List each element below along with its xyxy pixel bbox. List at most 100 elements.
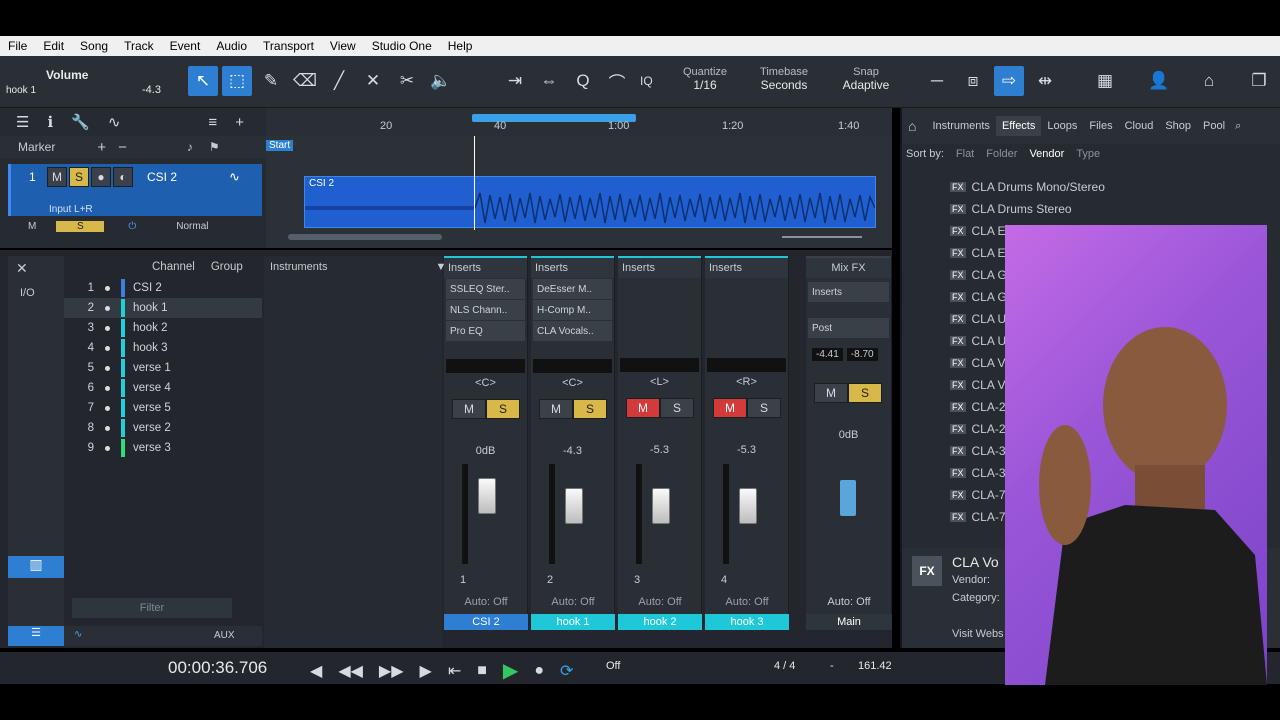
channel-row[interactable]: 9 verse 3 xyxy=(64,438,262,458)
main-auto[interactable]: Auto: Off xyxy=(806,596,892,608)
insert-slot[interactable]: NLS Chann.. xyxy=(446,300,525,320)
sort-flat[interactable]: Flat xyxy=(956,148,974,160)
inserts-header[interactable]: Inserts xyxy=(531,256,614,278)
quantize-select[interactable]: Quantize 1/16 xyxy=(670,66,740,92)
quantize-button[interactable]: Q xyxy=(568,66,598,96)
effect-item[interactable]: FX CLA Drums Stereo xyxy=(950,198,1280,220)
main-post[interactable]: Post xyxy=(808,318,889,338)
arrow-tool-button[interactable]: ↖ xyxy=(188,66,218,96)
visible-dot-icon[interactable] xyxy=(105,305,110,311)
channel-row[interactable]: 7 verse 5 xyxy=(64,398,262,418)
aux-button[interactable]: AUX xyxy=(214,630,235,641)
time-display[interactable]: 00:00:36.706 xyxy=(168,658,267,678)
main-name[interactable]: Main xyxy=(806,614,892,630)
wrench-icon[interactable]: 🔧 xyxy=(71,113,90,131)
main-inserts[interactable]: Inserts xyxy=(808,282,889,302)
autoscroll-button[interactable]: ⧈ xyxy=(958,66,988,96)
track-record-button[interactable]: ● xyxy=(91,167,111,187)
keyboard-icon[interactable]: ▥ xyxy=(8,556,64,578)
pan-slider[interactable] xyxy=(620,358,699,372)
volume-fader[interactable] xyxy=(652,488,670,524)
eraser-tool-button[interactable]: ⌫ xyxy=(290,66,320,96)
tab-cloud[interactable]: Cloud xyxy=(1119,120,1160,132)
time-ruler[interactable]: 20 40 1:00 1:20 1:40 xyxy=(266,108,892,136)
info-icon[interactable]: ℹ xyxy=(47,113,53,131)
footer-solo[interactable]: S xyxy=(56,220,105,232)
mixfx-header[interactable]: Mix FX xyxy=(806,256,891,278)
note-icon[interactable]: ♪ xyxy=(187,140,193,154)
strip-name[interactable]: hook 1 xyxy=(531,614,615,630)
browser-search-icon[interactable]: ⌕ xyxy=(1235,120,1241,133)
footer-mute[interactable]: M xyxy=(28,221,36,232)
line-tool-button[interactable]: ╱ xyxy=(324,66,354,96)
time-signature[interactable]: 4 / 4 xyxy=(774,660,795,672)
tab-instruments[interactable]: Instruments xyxy=(926,120,995,132)
insert-slot[interactable]: DeEsser M.. xyxy=(533,279,612,299)
stretch-button[interactable]: ⇔ xyxy=(534,66,564,96)
remove-marker-icon[interactable]: − xyxy=(118,139,127,156)
zoom-slider[interactable] xyxy=(782,236,862,238)
sort-type[interactable]: Type xyxy=(1076,148,1100,160)
main-fader[interactable] xyxy=(840,480,856,516)
menu-studio-one[interactable]: Studio One xyxy=(364,36,440,56)
menu-edit[interactable]: Edit xyxy=(35,36,72,56)
automation-mode[interactable]: Auto: Off xyxy=(444,596,528,608)
rewind-icon[interactable]: ◀◀ xyxy=(338,661,363,681)
split-tool-button[interactable]: ✂ xyxy=(392,66,422,96)
close-console-icon[interactable]: ✕ xyxy=(8,256,64,281)
mute-tool-button[interactable]: ✕ xyxy=(358,66,388,96)
stop-icon[interactable]: ■ xyxy=(477,662,487,680)
track-mode[interactable]: Normal xyxy=(176,221,208,232)
mute-button[interactable]: M xyxy=(539,399,573,419)
snap-grid-button[interactable]: ─ xyxy=(922,66,952,96)
listen-tool-button[interactable]: 🔈 xyxy=(426,66,456,96)
main-solo-button[interactable]: S xyxy=(848,383,882,403)
tab-pool[interactable]: Pool xyxy=(1197,120,1231,132)
tab-shop[interactable]: Shop xyxy=(1159,120,1197,132)
skip-to-marker-icon[interactable]: ⇤ xyxy=(448,661,461,681)
visible-dot-icon[interactable] xyxy=(105,365,110,371)
channel-row[interactable]: 6 verse 4 xyxy=(64,378,262,398)
track-input[interactable]: Input L+R xyxy=(49,204,93,215)
flag-icon[interactable]: ⚑ xyxy=(209,140,220,154)
h-scroll-thumb[interactable] xyxy=(288,234,442,240)
channel-row[interactable]: 1 CSI 2 xyxy=(64,278,262,298)
follow-button[interactable]: ⇨ xyxy=(994,66,1024,96)
pan-slider[interactable] xyxy=(446,359,525,373)
sort-folder[interactable]: Folder xyxy=(986,148,1017,160)
layout-button[interactable]: ▦ xyxy=(1090,66,1120,96)
zoom-button[interactable]: ⇹ xyxy=(1030,66,1060,96)
user-button[interactable]: 👤 xyxy=(1144,66,1174,96)
automation-mode[interactable]: Auto: Off xyxy=(531,596,615,608)
split-at-button[interactable]: ⇥ xyxy=(500,66,530,96)
channel-row[interactable]: 3 hook 2 xyxy=(64,318,262,338)
key-display[interactable]: - xyxy=(830,660,834,672)
tab-files[interactable]: Files xyxy=(1083,120,1118,132)
automation-mode[interactable]: Auto: Off xyxy=(618,596,702,608)
channel-row[interactable]: 8 verse 2 xyxy=(64,418,262,438)
visible-dot-icon[interactable] xyxy=(105,285,110,291)
channel-row[interactable]: 4 hook 3 xyxy=(64,338,262,358)
channel-row[interactable]: 2 hook 1 xyxy=(64,298,262,318)
iq-button[interactable]: IQ xyxy=(640,74,653,88)
paint-tool-button[interactable]: ✎ xyxy=(256,66,286,96)
snap-select[interactable]: Snap Adaptive xyxy=(832,66,900,92)
visible-dot-icon[interactable] xyxy=(105,385,110,391)
effect-item[interactable]: FX CLA Drums Mono/Stereo xyxy=(950,176,1280,198)
insert-slot[interactable]: CLA Vocals.. xyxy=(533,321,612,341)
track-name[interactable]: CSI 2 xyxy=(147,170,177,184)
visible-dot-icon[interactable] xyxy=(105,405,110,411)
menu-audio[interactable]: Audio xyxy=(208,36,255,56)
browser-home-icon[interactable]: ⌂ xyxy=(908,118,916,134)
tab-effects[interactable]: Effects xyxy=(995,116,1042,136)
visible-dot-icon[interactable] xyxy=(105,425,110,431)
track-mute-button[interactable]: M xyxy=(47,167,67,187)
tempo-display[interactable]: 161.42 xyxy=(858,660,892,672)
volume-fader[interactable] xyxy=(739,488,757,524)
menu-track[interactable]: Track xyxy=(116,36,162,56)
bend-button[interactable]: ⌒ xyxy=(602,66,632,96)
menu-help[interactable]: Help xyxy=(440,36,481,56)
track-monitor-button[interactable]: ◐ xyxy=(113,167,133,187)
solo-button[interactable]: S xyxy=(660,398,694,418)
inserts-header[interactable]: Inserts xyxy=(705,256,788,278)
